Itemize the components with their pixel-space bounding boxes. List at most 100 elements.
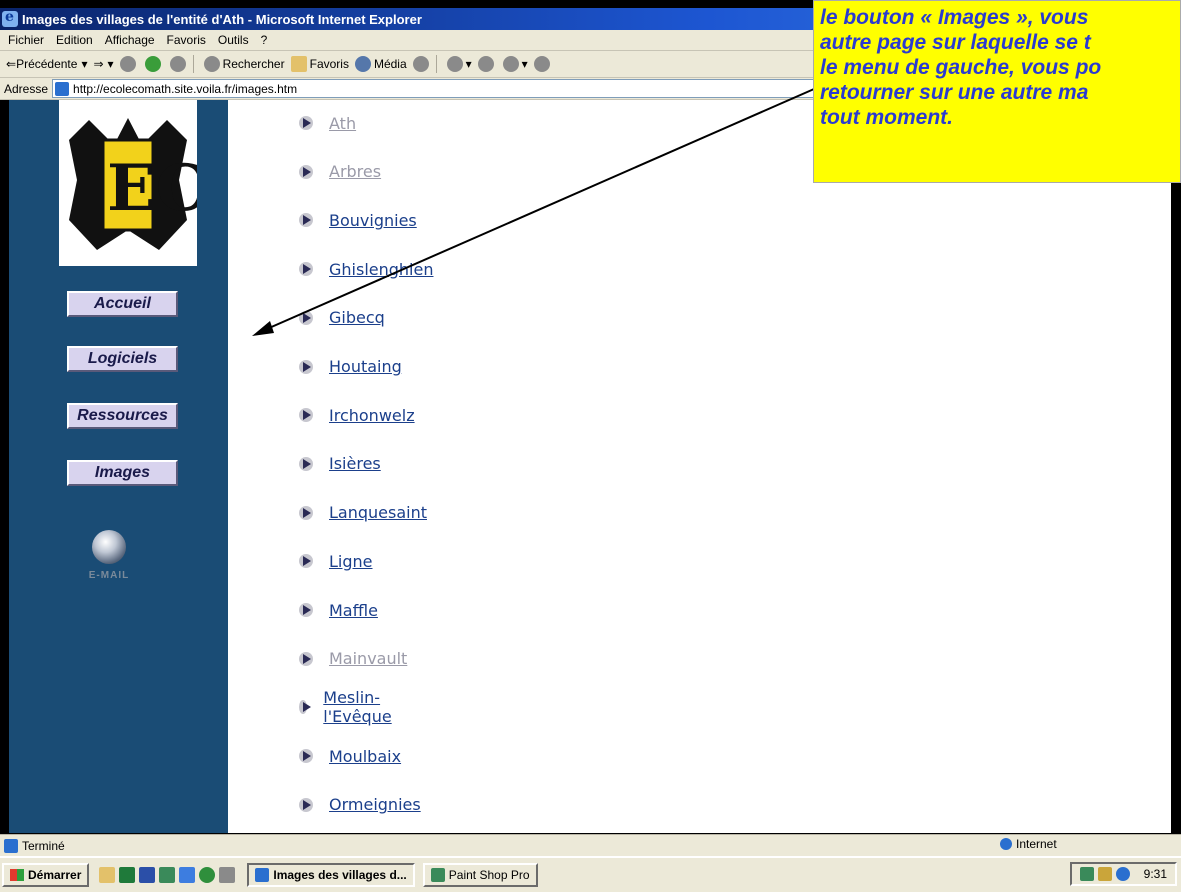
clock: 9:31 bbox=[1143, 867, 1167, 881]
search-button[interactable]: Rechercher bbox=[203, 56, 285, 72]
village-link[interactable]: Houtaing bbox=[329, 357, 402, 376]
task-paintshop[interactable]: Paint Shop Pro bbox=[422, 863, 538, 887]
list-item: Moulbaix bbox=[299, 741, 401, 771]
nav-logiciels-button[interactable]: Logiciels bbox=[67, 346, 178, 372]
status-page-icon bbox=[4, 838, 18, 853]
back-arrow-icon: ⇐ bbox=[6, 57, 17, 71]
callout-line: tout moment. bbox=[820, 106, 953, 129]
ie-icon bbox=[2, 9, 18, 27]
security-zone: Internet bbox=[1000, 837, 1057, 851]
list-item: Ath bbox=[299, 108, 356, 138]
discuss-button[interactable] bbox=[533, 56, 553, 72]
play-bullet-icon bbox=[299, 505, 313, 520]
mail-icon bbox=[446, 56, 463, 72]
menu-fichier[interactable]: Fichier bbox=[8, 33, 44, 47]
ie-task-icon bbox=[255, 868, 270, 882]
list-item: Maffle bbox=[299, 595, 378, 625]
village-link[interactable]: Ath bbox=[329, 114, 356, 133]
list-item: Irchonwelz bbox=[299, 400, 415, 430]
village-link[interactable]: Bouvignies bbox=[329, 211, 417, 230]
village-link[interactable]: Maffle bbox=[329, 601, 378, 620]
favorites-button[interactable]: Favoris bbox=[290, 56, 349, 72]
print-button[interactable] bbox=[477, 56, 497, 72]
email-icon[interactable] bbox=[92, 530, 126, 564]
page-icon bbox=[55, 81, 70, 96]
village-link[interactable]: Irchonwelz bbox=[329, 406, 415, 425]
mail-button[interactable]: ▾ bbox=[446, 56, 472, 72]
village-link[interactable]: Ghislenghien bbox=[329, 260, 433, 279]
task-ie-window[interactable]: Images des villages d... bbox=[247, 863, 415, 887]
excel-icon[interactable] bbox=[119, 867, 136, 883]
forward-arrow-icon: ⇒ bbox=[93, 57, 104, 71]
menu-favoris[interactable]: Favoris bbox=[167, 33, 206, 47]
list-item: Isières bbox=[299, 449, 381, 479]
stop-button[interactable] bbox=[119, 56, 139, 72]
zone-label: Internet bbox=[1016, 837, 1057, 851]
volume-tray-icon[interactable] bbox=[1097, 867, 1112, 881]
messenger-tray-icon[interactable] bbox=[1115, 867, 1130, 881]
play-bullet-icon bbox=[299, 700, 312, 715]
folder-icon[interactable] bbox=[99, 867, 116, 883]
address-url: http://ecolecomath.site.voila.fr/images.… bbox=[73, 81, 298, 96]
list-item: Houtaing bbox=[299, 352, 402, 382]
play-bullet-icon bbox=[299, 554, 313, 569]
callout-line: le menu de gauche, vous po bbox=[820, 56, 1102, 79]
window-title: Images des villages de l'entité d'Ath - … bbox=[22, 11, 422, 27]
list-item: Mainvault bbox=[299, 644, 407, 674]
menu-affichage[interactable]: Affichage bbox=[105, 33, 155, 47]
menu-edition[interactable]: Edition bbox=[56, 33, 93, 47]
nav-images-button[interactable]: Images bbox=[67, 460, 178, 486]
favorites-icon bbox=[290, 56, 307, 72]
refresh-button[interactable] bbox=[144, 56, 164, 72]
publisher-icon[interactable] bbox=[159, 867, 176, 883]
home-button[interactable] bbox=[169, 56, 189, 72]
nav-ressources-button[interactable]: Ressources bbox=[67, 403, 178, 429]
edit-dropdown-icon: ▾ bbox=[521, 57, 528, 71]
task-label: Paint Shop Pro bbox=[448, 868, 530, 882]
village-link[interactable]: Meslin-l'Evêque bbox=[323, 688, 397, 726]
toolbar-separator bbox=[435, 55, 437, 73]
list-item: Ormeignies bbox=[299, 790, 421, 820]
edit-button[interactable]: ▾ bbox=[502, 56, 528, 72]
forward-dropdown-icon: ▾ bbox=[107, 57, 114, 71]
screen: Images des villages de l'entité d'Ath - … bbox=[0, 0, 1181, 892]
village-link[interactable]: Ormeignies bbox=[329, 795, 421, 814]
back-button[interactable]: ⇐ Précédente ▾ bbox=[6, 57, 87, 71]
desktop-icon[interactable] bbox=[219, 867, 236, 883]
media-player-icon[interactable] bbox=[199, 867, 216, 883]
list-item: Lanquesaint bbox=[299, 498, 427, 528]
ie-quicklaunch-icon[interactable] bbox=[179, 867, 196, 883]
history-button[interactable] bbox=[412, 56, 432, 72]
word-icon[interactable] bbox=[139, 867, 156, 883]
village-link[interactable]: Lanquesaint bbox=[329, 503, 427, 522]
village-link[interactable]: Gibecq bbox=[329, 308, 385, 327]
village-link[interactable]: Mainvault bbox=[329, 649, 407, 668]
village-link[interactable]: Ligne bbox=[329, 552, 373, 571]
left-nav: EC Accueil Logiciels Ressources Images E… bbox=[9, 100, 228, 833]
play-bullet-icon bbox=[299, 749, 313, 764]
media-label: Média bbox=[373, 57, 407, 71]
callout-line: autre page sur laquelle se t bbox=[820, 31, 1091, 54]
village-link[interactable]: Moulbaix bbox=[329, 747, 401, 766]
task-label: Images des villages d... bbox=[273, 868, 407, 882]
list-item: Ghislenghien bbox=[299, 254, 433, 284]
start-button[interactable]: Démarrer bbox=[2, 863, 90, 887]
village-link[interactable]: Arbres bbox=[329, 162, 381, 181]
play-bullet-icon bbox=[299, 310, 313, 325]
eagle-logo-icon: EC bbox=[69, 118, 197, 250]
status-bar: Terminé Internet bbox=[0, 834, 1181, 856]
menu-help[interactable]: ? bbox=[261, 33, 268, 47]
nav-accueil-button[interactable]: Accueil bbox=[67, 291, 178, 317]
media-button[interactable]: Média bbox=[354, 56, 407, 72]
callout-line: retourner sur une autre ma bbox=[820, 81, 1089, 104]
discuss-icon bbox=[533, 56, 550, 72]
paintshop-icon bbox=[430, 868, 445, 882]
play-bullet-icon bbox=[299, 408, 313, 423]
network-tray-icon[interactable] bbox=[1079, 867, 1094, 881]
menu-outils[interactable]: Outils bbox=[218, 33, 249, 47]
list-item: Gibecq bbox=[299, 303, 385, 333]
play-bullet-icon bbox=[299, 359, 313, 374]
forward-button[interactable]: ⇒ ▾ bbox=[93, 57, 113, 71]
village-link[interactable]: Isières bbox=[329, 454, 381, 473]
play-bullet-icon bbox=[299, 603, 313, 617]
